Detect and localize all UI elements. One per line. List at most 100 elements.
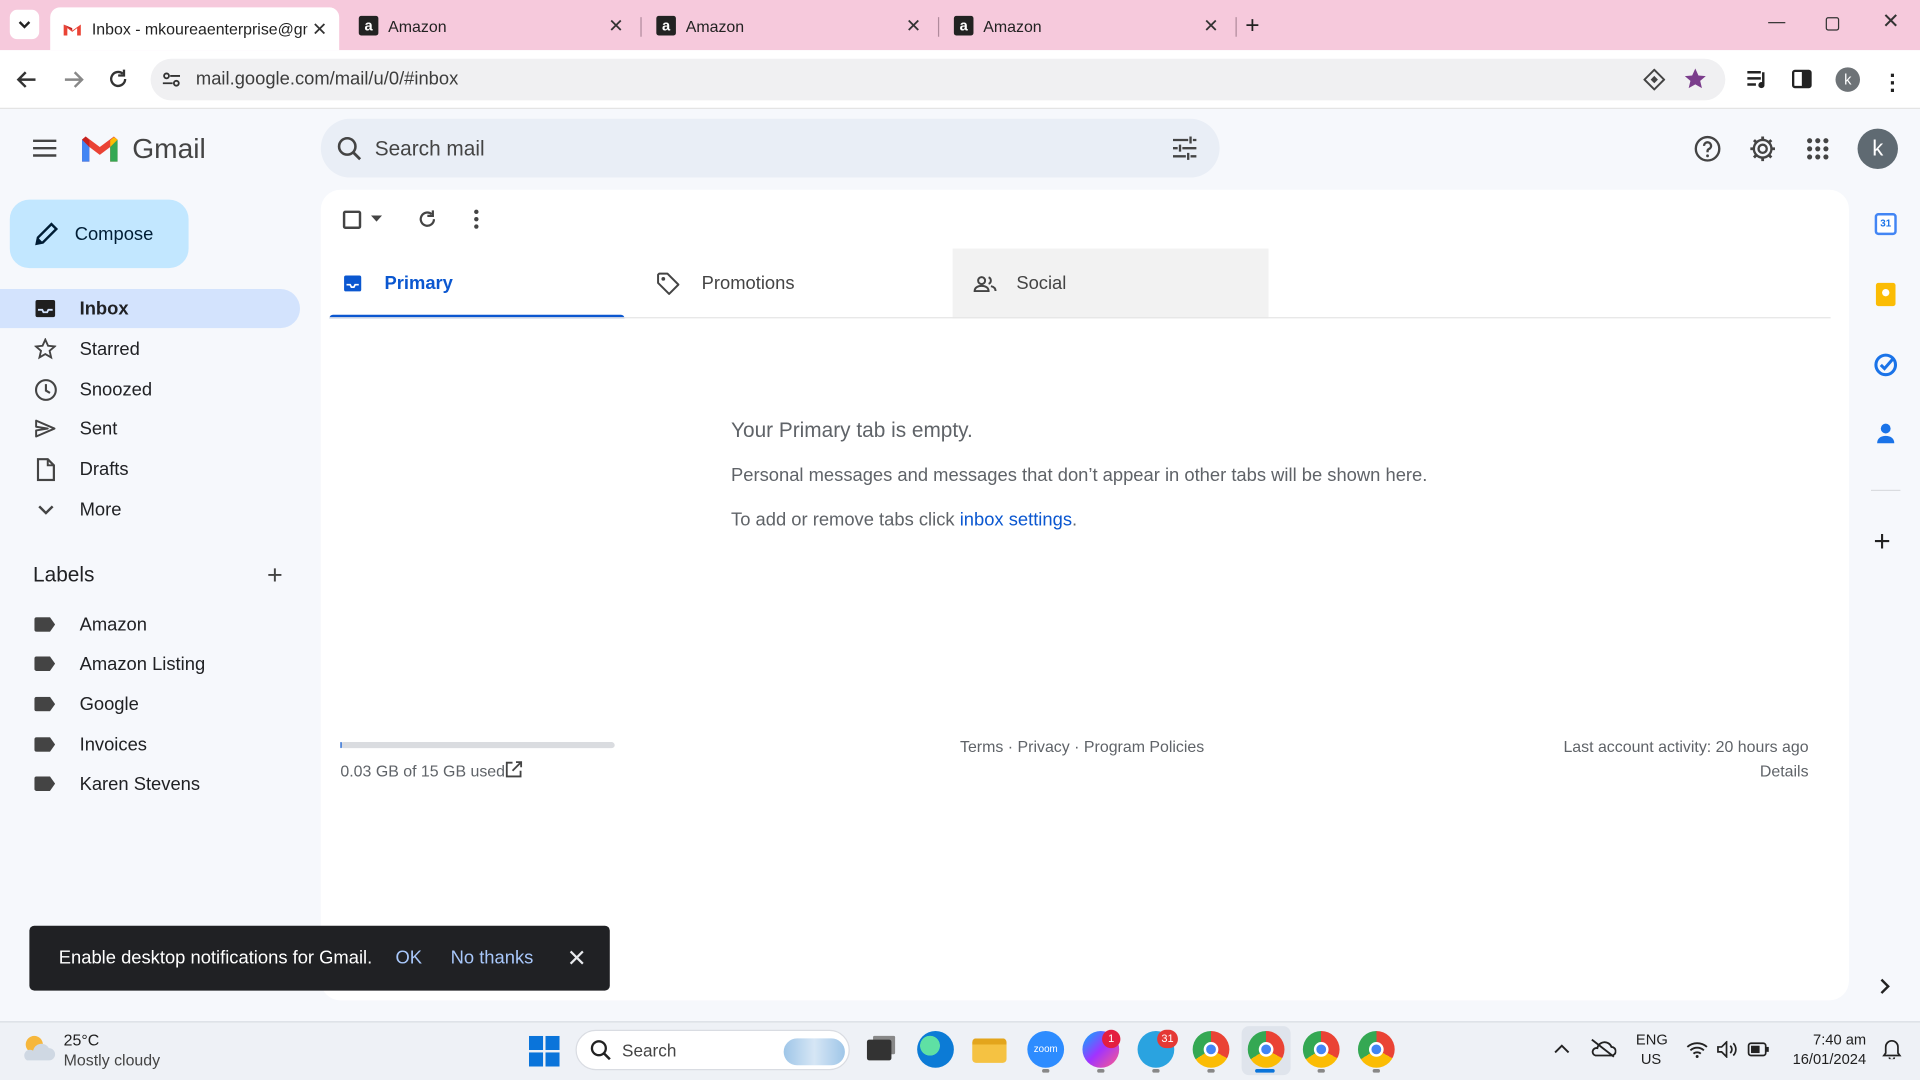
battery-icon[interactable] [1747, 1042, 1769, 1057]
more-options-icon[interactable] [473, 209, 480, 229]
google-apps-icon[interactable] [1806, 137, 1829, 160]
back-icon[interactable] [16, 69, 38, 91]
side-panel-divider [1871, 489, 1901, 492]
label-item[interactable]: Google [0, 684, 300, 723]
minimize-button[interactable] [1768, 22, 1786, 24]
chrome-icon[interactable] [1302, 1031, 1340, 1068]
close-icon[interactable] [569, 950, 584, 965]
chevron-up-icon[interactable] [1554, 1043, 1570, 1054]
nav-item-inbox[interactable]: Inbox [0, 288, 301, 329]
volume-icon[interactable] [1717, 1040, 1739, 1058]
reload-icon[interactable] [107, 67, 130, 90]
privacy-link[interactable]: Privacy [1018, 737, 1070, 755]
label-item[interactable]: Amazon Listing [0, 644, 300, 683]
search-icon [590, 1040, 611, 1061]
close-icon[interactable]: ✕ [1199, 15, 1223, 37]
tab-search-button[interactable] [9, 9, 40, 40]
settings-gear-icon[interactable] [1749, 135, 1777, 163]
label-item[interactable]: Amazon [0, 605, 300, 644]
refresh-icon[interactable] [416, 208, 438, 230]
chrome-icon[interactable] [1357, 1031, 1395, 1068]
close-icon[interactable]: ✕ [901, 15, 925, 37]
terms-link[interactable]: Terms [960, 737, 1003, 755]
select-all-checkbox[interactable] [342, 210, 362, 229]
main-menu-icon[interactable] [32, 137, 58, 159]
chevron-right-icon[interactable] [1880, 978, 1891, 994]
restore-button[interactable] [1825, 17, 1840, 31]
label-item[interactable]: Invoices [0, 725, 300, 764]
help-icon[interactable] [1693, 135, 1721, 163]
keep-icon[interactable] [1875, 282, 1896, 307]
toast-ok-button[interactable]: OK [396, 948, 423, 969]
tabs-divider [329, 317, 1831, 319]
chrome-center [1258, 1042, 1274, 1057]
bookmark-star-icon[interactable] [1684, 67, 1707, 90]
clock-date[interactable]: 16/01/2024 [1793, 1051, 1867, 1068]
program-policies-link[interactable]: Program Policies [1084, 737, 1204, 755]
close-window-button[interactable]: ✕ [1882, 10, 1899, 34]
windows-start-icon[interactable] [528, 1035, 560, 1067]
toast-no-thanks-button[interactable]: No thanks [451, 948, 534, 969]
nav-item-starred[interactable]: Starred [0, 329, 300, 368]
weather-cloud-icon[interactable] [20, 1032, 57, 1064]
notifications-icon[interactable] [1882, 1038, 1902, 1060]
toast-message: Enable desktop notifications for Gmail. [58, 947, 373, 969]
get-addons-button[interactable]: + [1873, 527, 1890, 557]
zoom-icon[interactable]: zoom [1027, 1031, 1065, 1068]
compose-button[interactable]: Compose [9, 199, 189, 269]
tab-promotions[interactable]: Promotions [647, 249, 953, 319]
compose-label: Compose [74, 223, 154, 245]
clock-time[interactable]: 7:40 am [1813, 1031, 1866, 1048]
account-avatar[interactable]: k [1857, 128, 1898, 169]
inbox-settings-link[interactable]: inbox settings [960, 509, 1072, 530]
browser-tab-gmail[interactable]: Inbox - mkoureaenterprise@gm ✕ [50, 7, 340, 51]
new-tab-button[interactable]: + [1245, 12, 1259, 40]
gmail-logo-icon[interactable] [80, 135, 120, 164]
media-control-icon[interactable] [1746, 69, 1768, 91]
search-icon[interactable] [337, 136, 363, 162]
nav-item-drafts[interactable]: Drafts [0, 449, 300, 488]
notification-toast: Enable desktop notifications for Gmail. … [29, 925, 610, 991]
tasks-icon[interactable] [1873, 353, 1898, 377]
create-label-button[interactable]: + [267, 561, 283, 589]
label-name: Invoices [79, 734, 147, 755]
tab-social[interactable]: Social [952, 248, 1269, 319]
language-region[interactable]: US [1641, 1051, 1661, 1068]
browser-profile-avatar[interactable]: k [1835, 67, 1861, 92]
nav-item-sent[interactable]: Sent [0, 409, 300, 448]
pencil-icon [35, 222, 59, 246]
onedrive-offline-icon[interactable] [1589, 1038, 1617, 1058]
chrome-icon[interactable] [1247, 1031, 1285, 1068]
chrome-icon[interactable] [1192, 1031, 1230, 1068]
file-explorer-icon[interactable] [972, 1031, 1009, 1068]
separator: · [1074, 737, 1080, 756]
tab-primary[interactable]: Primary [329, 249, 624, 319]
site-info-icon[interactable] [162, 70, 182, 90]
task-view-icon[interactable] [862, 1031, 899, 1068]
browser-tab-amazon[interactable]: a Amazon ✕ [942, 7, 1231, 44]
close-icon[interactable]: ✕ [604, 15, 628, 37]
search-options-icon[interactable] [1172, 136, 1198, 160]
google-lens-icon[interactable] [1643, 68, 1666, 91]
nav-item-more[interactable]: More [0, 490, 300, 529]
browser-tab-amazon[interactable]: a Amazon ✕ [644, 7, 933, 44]
label-item[interactable]: Karen Stevens [0, 764, 300, 803]
side-panel-icon[interactable] [1791, 69, 1812, 90]
gmail-brand: Gmail [132, 132, 206, 165]
activity-details-link[interactable]: Details [1760, 762, 1809, 780]
calendar-icon[interactable]: 31 [1874, 213, 1897, 236]
language-code[interactable]: ENG [1636, 1031, 1668, 1048]
wifi-icon[interactable] [1686, 1041, 1708, 1058]
open-external-icon[interactable] [504, 760, 523, 778]
label-icon [34, 696, 56, 712]
close-icon[interactable]: ✕ [307, 18, 331, 40]
contacts-icon[interactable] [1876, 422, 1896, 444]
label-icon [34, 776, 56, 792]
select-dropdown-icon[interactable] [371, 215, 383, 223]
forward-icon[interactable] [62, 69, 84, 91]
browser-tab-amazon[interactable]: a Amazon ✕ [347, 7, 636, 44]
edge-icon[interactable] [917, 1031, 954, 1068]
nav-item-snoozed[interactable]: Snoozed [0, 370, 300, 409]
browser-menu-icon[interactable]: ... [1889, 59, 1895, 96]
search-input[interactable]: Search mail [375, 137, 485, 161]
